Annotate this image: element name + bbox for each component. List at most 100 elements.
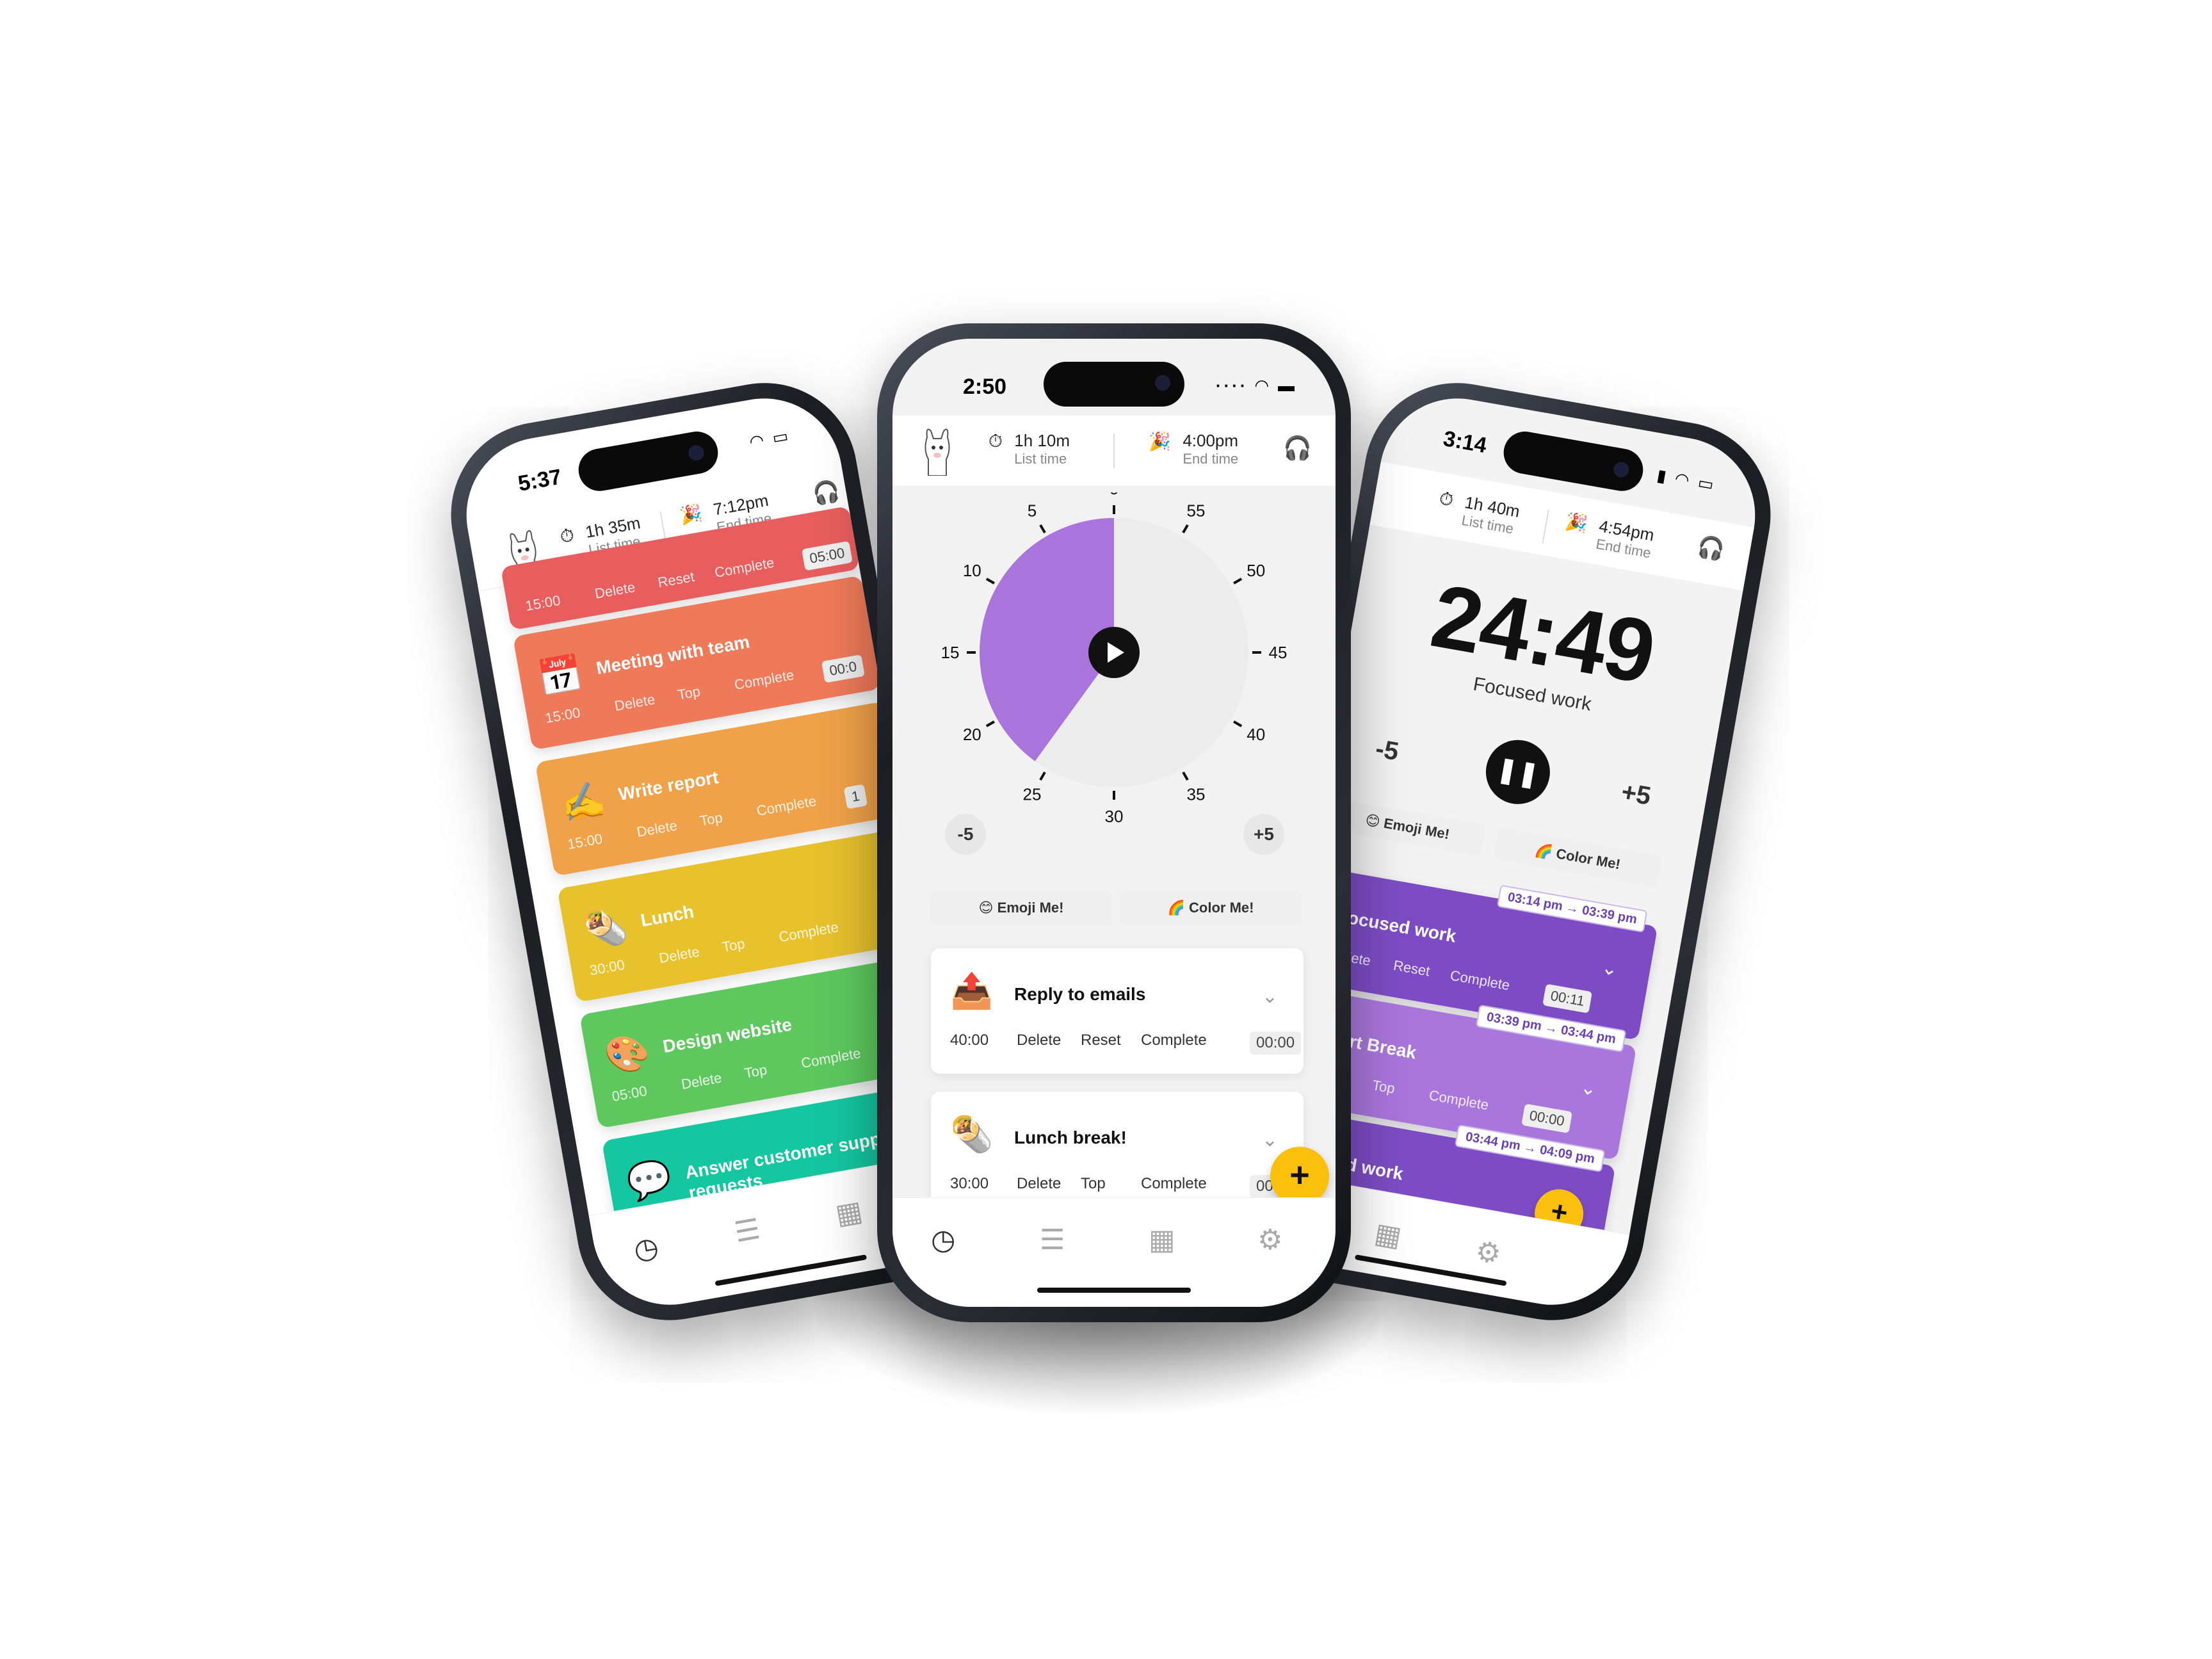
party-popper-icon: 🎉 [678, 503, 704, 526]
color-me-button[interactable]: 🌈 Color Me! [1120, 891, 1301, 925]
color-me-button[interactable]: 🌈 Color Me! [1492, 827, 1663, 888]
plus-five-button[interactable]: +5 [1619, 778, 1653, 811]
task-card[interactable]: 📤 Reply to emails ⌄ 40:00 Delete Reset Complet… [931, 948, 1304, 1074]
emoji-me-button[interactable]: 😊 Emoji Me! [931, 891, 1111, 925]
top-link[interactable]: Top [1371, 1077, 1396, 1097]
delete-link[interactable]: Delete [680, 1069, 723, 1093]
timer-tick-label: 40 [1247, 725, 1265, 744]
complete-link[interactable]: Complete [1428, 1087, 1490, 1114]
plus-five-button[interactable]: +5 [1243, 814, 1284, 855]
delete-link[interactable]: Delete [636, 817, 679, 841]
center-phone: 2:50 ···· ◠ ▬ ⏱ 1h 10m List time 🎉 4:00pm… [877, 323, 1351, 1322]
task-actions: 15:00 Delete Top Complete 00:0 [544, 653, 868, 726]
party-popper-icon: 🎉 [1563, 510, 1590, 535]
list-tab-icon[interactable]: ☰ [1040, 1224, 1065, 1256]
delete-link[interactable]: Delete [658, 943, 700, 967]
top-link[interactable]: Top [676, 683, 701, 704]
minus-five-button[interactable]: -5 [1373, 734, 1401, 766]
chevron-down-icon[interactable]: ⌄ [1262, 985, 1278, 1008]
complete-link[interactable]: Complete [1449, 967, 1511, 994]
task-emoji-icon: 🎨 [601, 1030, 653, 1078]
top-link[interactable]: Top [698, 809, 723, 830]
top-link[interactable]: Top [1081, 1175, 1106, 1193]
timer-tick-label: 20 [963, 725, 981, 744]
status-time: 2:50 [963, 375, 1007, 399]
settings-tab-icon[interactable]: ⚙ [1257, 1224, 1282, 1256]
timer-tick-label: 0 [1110, 492, 1118, 498]
delete-link[interactable]: Delete [613, 691, 656, 715]
elapsed-time: 1 [843, 784, 868, 809]
complete-link[interactable]: Complete [755, 793, 818, 820]
grid-tab-icon[interactable]: ▦ [1149, 1224, 1175, 1256]
grid-tab-icon[interactable]: ▦ [1372, 1217, 1404, 1253]
top-link[interactable]: Top [743, 1062, 768, 1082]
task-duration: 30:00 [950, 1175, 989, 1192]
top-link[interactable]: Reset [1392, 957, 1431, 980]
dynamic-island [575, 428, 722, 495]
headphones-icon[interactable]: 🎧 [1283, 435, 1312, 462]
task-actions: 30:00 Delete Top Complete [588, 905, 912, 978]
header-divider [1113, 433, 1115, 468]
headphones-icon[interactable]: 🎧 [811, 478, 842, 508]
complete-link[interactable]: Complete [778, 919, 840, 946]
timer-tick-label: 5 [1028, 501, 1037, 520]
elapsed-time: 00:0 [821, 654, 865, 683]
timer-tick-label: 45 [1269, 643, 1288, 662]
clock-tab-icon[interactable]: ◷ [631, 1231, 661, 1267]
task-emoji-icon: 🌯 [950, 1115, 994, 1154]
task-actions: DeleteTopComplete00:00 [1308, 1066, 1611, 1134]
wifi-battery-icon: ◠ ▭ [748, 425, 793, 452]
complete-link[interactable]: Complete [1141, 1175, 1207, 1193]
complete-link[interactable]: Complete [733, 667, 795, 693]
settings-tab-icon[interactable]: ⚙ [1473, 1234, 1504, 1271]
emoji-me-button[interactable]: 😊 Emoji Me! [1328, 798, 1486, 857]
chevron-down-icon[interactable]: ⌄ [1262, 1129, 1278, 1151]
home-indicator [1037, 1288, 1191, 1293]
timer-tick-label: 55 [1187, 501, 1206, 520]
task-title: Design website [661, 1014, 794, 1057]
elapsed-time: 00:11 [1542, 983, 1593, 1014]
task-duration: 15:00 [544, 704, 582, 727]
camera-icon [1612, 460, 1631, 479]
list-tab-icon[interactable]: ☰ [732, 1213, 763, 1249]
timer-tick-label: 10 [963, 561, 981, 580]
timer-tick [985, 578, 995, 585]
delete-link[interactable]: Delete [1017, 1175, 1061, 1193]
task-title: Meeting with team [594, 631, 752, 679]
wifi-battery-icon: ···· ◠ ▬ [1215, 376, 1297, 395]
tab-bar: ◷ ☰ ▦ ⚙ [892, 1197, 1336, 1307]
task-duration: 05:00 [610, 1082, 649, 1105]
pause-button[interactable]: ❚❚ [1480, 734, 1555, 809]
timer-tick [1182, 524, 1189, 533]
status-time: 5:37 [516, 464, 563, 496]
delete-link[interactable]: Delete [1017, 1032, 1061, 1049]
grid-tab-icon[interactable]: ▦ [833, 1195, 865, 1231]
chevron-down-icon[interactable]: ⌄ [1600, 956, 1620, 981]
end-time: 🎉 4:54pm End time [1563, 510, 1656, 562]
task-duration: 40:00 [950, 1032, 989, 1049]
task-duration: 15:00 [566, 830, 604, 853]
task-title: Lunch break! [1014, 1128, 1127, 1147]
task-duration: 30:00 [588, 956, 626, 979]
timer-tick [985, 720, 995, 727]
complete-link[interactable]: Complete [1141, 1032, 1207, 1049]
task-emoji-icon: 📤 [950, 972, 994, 1010]
timer-tick-label: 50 [1247, 561, 1265, 580]
visual-timer-dial[interactable]: 0 5 10 15 20 25 30 35 40 45 50 55 [931, 492, 1297, 851]
minus-five-button[interactable]: -5 [945, 814, 986, 855]
timer-tick-label: 15 [941, 643, 960, 662]
task-title: Focused work [1336, 905, 1458, 946]
clock-tab-icon[interactable]: ◷ [931, 1224, 955, 1256]
task-title: Reply to emails [1014, 984, 1146, 1004]
center-screen: 2:50 ···· ◠ ▬ ⏱ 1h 10m List time 🎉 4:00pm… [892, 339, 1336, 1307]
timer-tick-label: 25 [1023, 785, 1042, 804]
time-range-badge: 03:14 pm → 03:39 pm [1497, 884, 1648, 933]
chevron-down-icon[interactable]: ⌄ [1579, 1076, 1599, 1101]
top-link[interactable]: Top [721, 935, 746, 956]
top-link[interactable]: Reset [1081, 1032, 1121, 1049]
complete-link[interactable]: Complete [800, 1045, 862, 1072]
headphones-icon[interactable]: 🎧 [1695, 533, 1727, 563]
stopwatch-icon: ⏱ [1437, 488, 1455, 510]
dynamic-island [1500, 428, 1647, 495]
task-title: Lunch [639, 901, 696, 931]
